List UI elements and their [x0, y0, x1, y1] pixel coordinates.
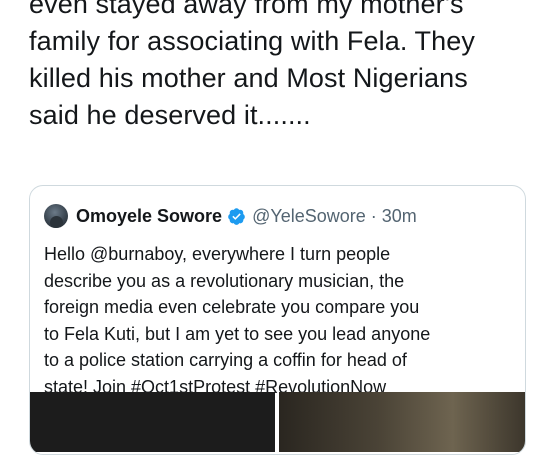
quoted-text-line: to a police station carrying a coffin fo… — [44, 350, 407, 370]
quoted-text-line: foreign media even celebrate you compare… — [44, 297, 420, 317]
tweet-text: even stayed away from my mother's family… — [29, 0, 539, 134]
quoted-text-line: Hello @burnaboy, everywhere I turn peopl… — [44, 244, 391, 264]
quoted-author-name[interactable]: Omoyele Sowore — [76, 206, 222, 227]
tweet-text-line: even stayed away from my mother's — [29, 0, 464, 19]
quoted-author-handle[interactable]: @YeleSowore — [252, 206, 366, 227]
quoted-tweet-card[interactable]: Omoyele Sowore @YeleSowore · 30m Hello @… — [29, 185, 526, 455]
tweet-text-line: said he deserved it....... — [29, 100, 311, 130]
tweet-timestamp[interactable]: 30m — [382, 206, 417, 227]
avatar[interactable] — [44, 204, 68, 228]
separator-dot: · — [370, 205, 377, 226]
tweet-text-line: killed his mother and Most Nigerians — [29, 63, 468, 93]
quoted-text-line: to Fela Kuti, but I am yet to see you le… — [44, 323, 431, 344]
media-thumbnail[interactable] — [30, 392, 275, 452]
tweet-text-line: family for associating with Fela. They — [29, 26, 475, 56]
media-thumbnail[interactable] — [279, 392, 525, 452]
quoted-text-line: describe you as a revolutionary musician… — [44, 270, 405, 291]
quoted-tweet-header: Omoyele Sowore @YeleSowore · 30m — [44, 201, 417, 231]
quoted-media — [30, 392, 525, 452]
quoted-tweet-text: Hello @burnaboy, everywhere I turn peopl… — [44, 241, 519, 400]
verified-badge-icon — [227, 207, 246, 226]
